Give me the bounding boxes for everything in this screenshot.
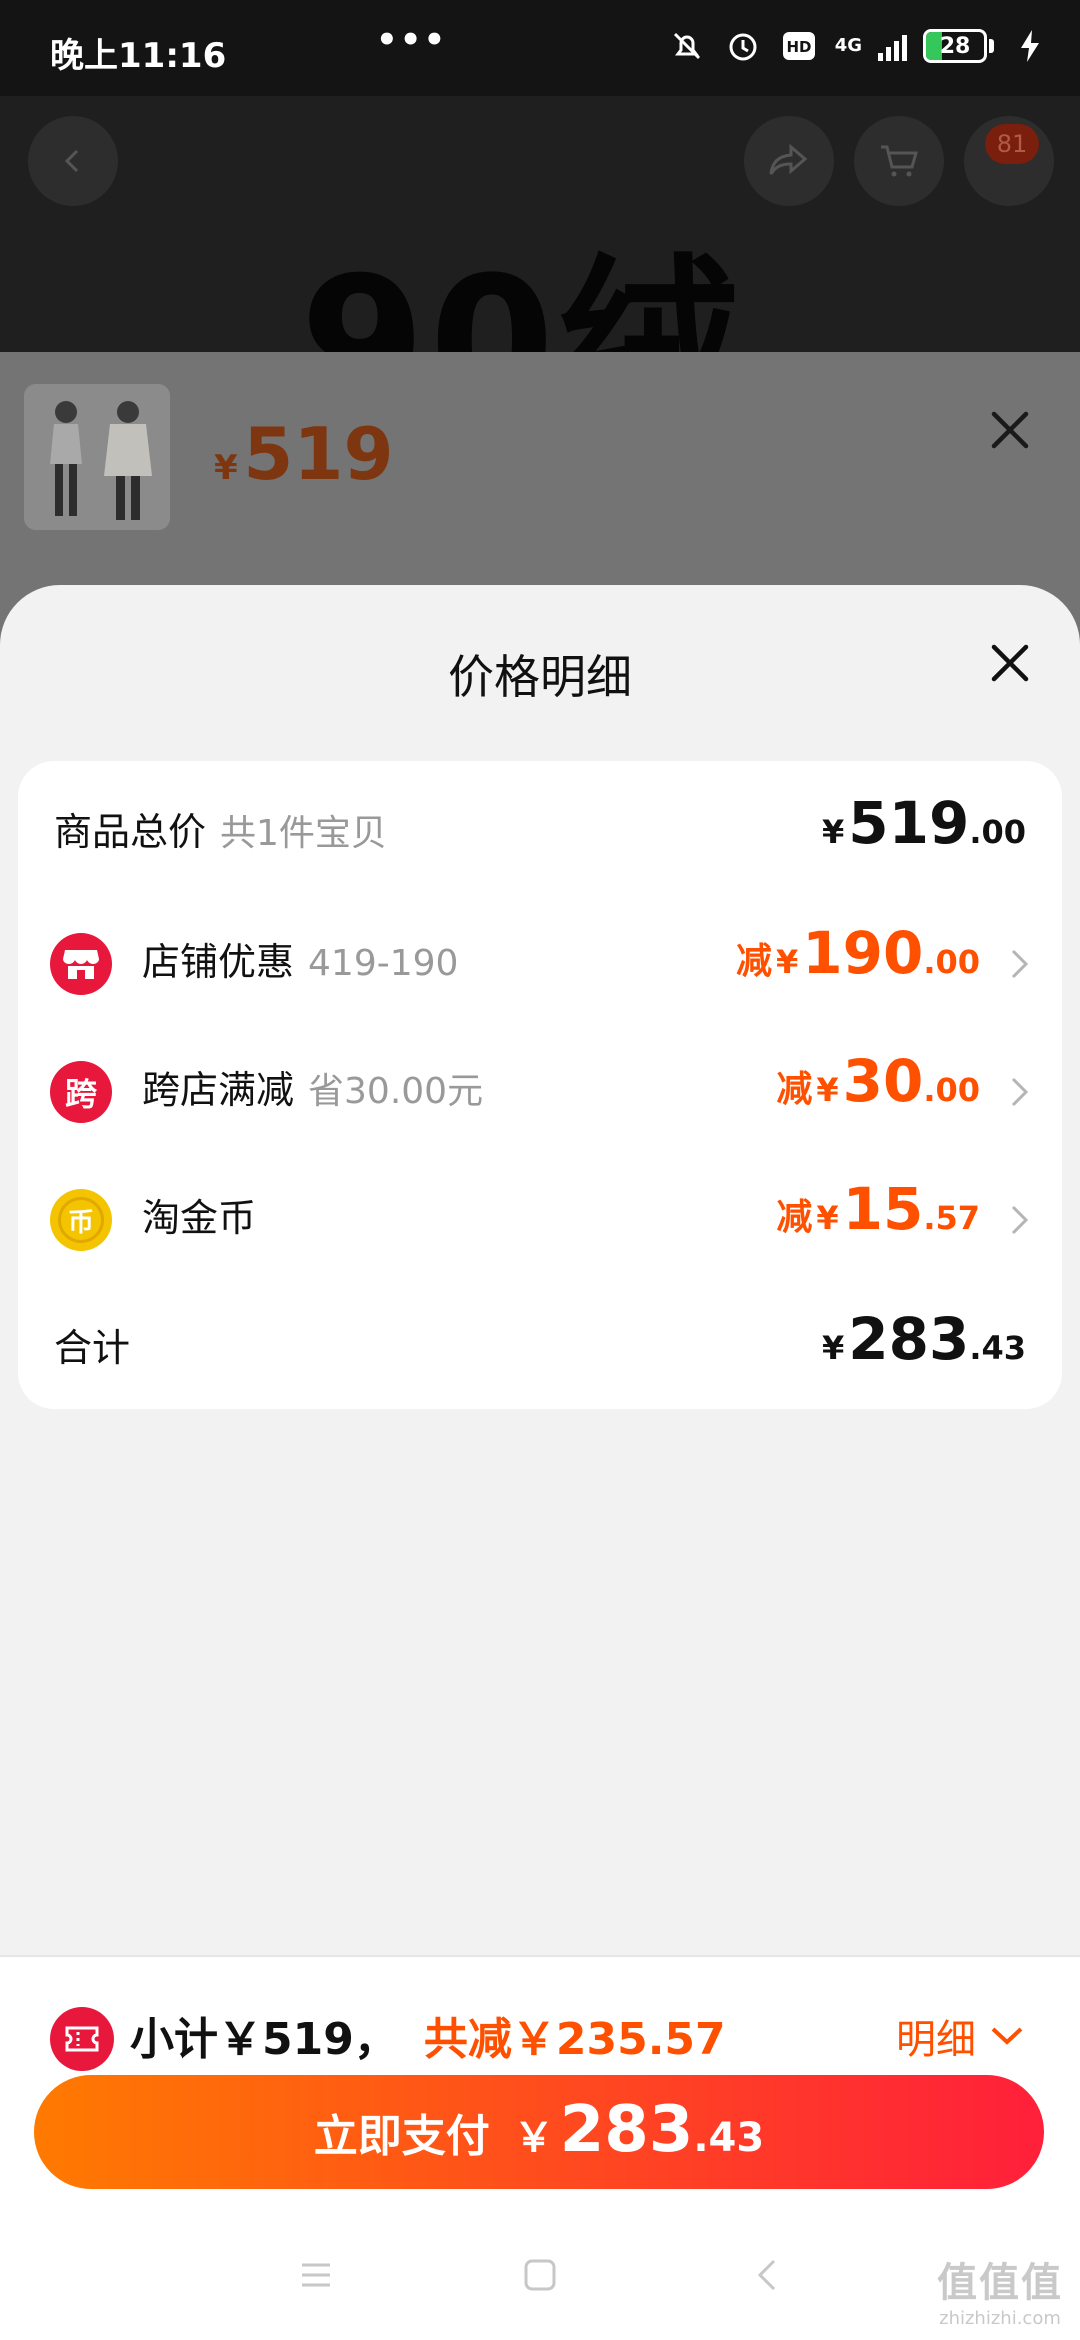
cross-store-label: 跨店满减 省30.00元 [142,1059,483,1114]
sum-label: 合计 [54,1326,131,1370]
sku-price: ¥ 519 [214,412,394,496]
total-discount-text: 共减￥235.57 [423,2014,726,2065]
sku-close-button[interactable] [982,402,1038,458]
pay-now-button[interactable]: 立即支付 ￥ 283.43 [34,2075,1044,2189]
chevron-right-icon [1011,949,1029,979]
chevron-right-icon [1011,1077,1029,1107]
row-gold-coin[interactable]: 币 淘金币 减 ¥15.57 [18,1167,1062,1267]
cart-badge: 81 [985,124,1039,164]
back-icon [64,149,79,173]
cross-store-icon-text: 跨 [64,1075,97,1113]
signal-icon [878,31,907,61]
home-icon[interactable] [520,2255,560,2295]
goods-total-int: 519 [848,789,970,857]
shop-discount-amount: 减 ¥190.00 [736,919,980,987]
row-cross-store-discount[interactable]: 跨 跨店满减 省30.00元 减 ¥30.00 [18,1039,1062,1139]
shop-discount-int: 190 [802,919,924,987]
product-page-background: 90绒 81 [0,96,1080,352]
gold-coin-int: 15 [842,1175,924,1243]
shop-discount-prefix: 减 [735,941,772,982]
watermark-url: zhizhizhi.com [939,2308,1061,2329]
detail-label: 明细 [896,2017,976,2063]
cross-store-icon: 跨 [50,1061,112,1123]
price-detail-card: 商品总价 共1件宝贝 ¥519.00 店铺优惠 419-190 减 ¥190.00 跨 [18,761,1062,1409]
battery-level: 28 [939,33,971,59]
cross-store-saving: 省30.00元 [308,1071,484,1112]
sheet-close-button[interactable] [982,635,1038,691]
chevron-down-icon [991,2027,1023,2045]
cross-store-dec: .00 [923,1071,980,1109]
share-icon [769,143,808,175]
goods-total-count: 共1件宝贝 [220,813,387,854]
network-type: 4G [834,35,862,56]
system-nav-bar [0,2235,1080,2315]
gold-coin-currency: ¥ [816,1199,839,1237]
cross-store-title: 跨店满减 [142,1068,295,1112]
back-nav-icon[interactable] [748,2255,788,2295]
pay-dec: .43 [693,2115,765,2161]
pay-int: 283 [559,2093,694,2167]
price-detail-sheet: 价格明细 商品总价 共1件宝贝 ¥519.00 店铺优惠 419-190 减 ¥190… [0,585,1080,1955]
gold-coin-amount: 减 ¥15.57 [776,1175,980,1243]
shop-icon [50,933,112,995]
goods-total-currency: ¥ [821,813,845,851]
sku-price-value: 519 [243,412,394,496]
cross-store-prefix: 减 [776,1069,813,1110]
banner-headline: 90绒 [300,239,743,352]
cart-button[interactable] [854,116,944,206]
coupon-icon [50,2007,114,2071]
sum-amount: ¥283.43 [822,1305,1026,1373]
row-sum: 合计 ¥283.43 [18,1297,1062,1397]
share-button[interactable] [744,116,834,206]
cross-store-amount: 减 ¥30.00 [776,1047,980,1115]
watermark-logo: 值值值 [937,2260,1063,2306]
goods-total-amount: ¥519.00 [822,789,1026,857]
product-thumbnail[interactable] [24,384,170,530]
row-shop-discount[interactable]: 店铺优惠 419-190 减 ¥190.00 [18,911,1062,1011]
hd-icon: HD [779,26,819,66]
row-goods-total: 商品总价 共1件宝贝 ¥519.00 [18,781,1062,881]
back-button[interactable] [28,116,118,206]
status-more-dots: ••• [376,20,448,60]
cross-store-int: 30 [842,1047,924,1115]
gold-coin-icon-text: 币 [67,1207,94,1238]
close-icon [991,644,1029,682]
sum-dec: .43 [969,1329,1026,1367]
gold-coin-icon: 币 [50,1189,112,1251]
gold-coin-label: 淘金币 [142,1196,257,1240]
cart-icon [881,145,918,177]
chevron-right-icon [1011,1205,1029,1235]
status-icons: HD 4G 28 [667,26,1050,66]
sum-currency: ¥ [821,1329,845,1367]
shop-discount-title: 店铺优惠 [142,940,295,984]
shop-discount-currency: ¥ [775,943,799,981]
close-icon [991,411,1029,449]
sum-int: 283 [848,1305,970,1373]
mute-icon [667,26,707,66]
goods-total-dec: .00 [969,813,1026,851]
pay-currency: ￥ [513,2115,554,2161]
svg-text:HD: HD [786,38,811,56]
charging-icon [1010,26,1050,66]
site-watermark: 值值值 zhizhizhi.com [926,2250,1074,2329]
shop-discount-rule: 419-190 [308,943,459,984]
alarm-icon [723,26,763,66]
gold-coin-prefix: 减 [776,1197,813,1238]
status-time: 晚上11:16 [50,36,227,76]
pay-now-label: 立即支付 [313,2111,490,2162]
cross-store-currency: ¥ [816,1071,839,1109]
goods-total-label: 商品总价 共1件宝贝 [54,801,387,856]
status-bar: 晚上11:16 ••• HD 4G 28 [0,0,1080,96]
sku-price-currency: ¥ [214,448,238,488]
gold-coin-dec: .57 [923,1199,980,1237]
subtotal-text: 小计￥519， [130,2014,398,2065]
goods-total-title: 商品总价 [54,810,207,854]
sheet-title: 价格明细 [448,650,632,704]
detail-toggle-button[interactable]: 明细 [896,2007,1024,2065]
shop-discount-label: 店铺优惠 419-190 [142,931,458,986]
menu-icon[interactable] [296,2255,336,2295]
battery-icon: 28 [923,29,994,63]
shop-discount-dec: .00 [923,943,980,981]
subtotal-summary: 小计￥519， 共减￥235.57 [130,2003,726,2067]
